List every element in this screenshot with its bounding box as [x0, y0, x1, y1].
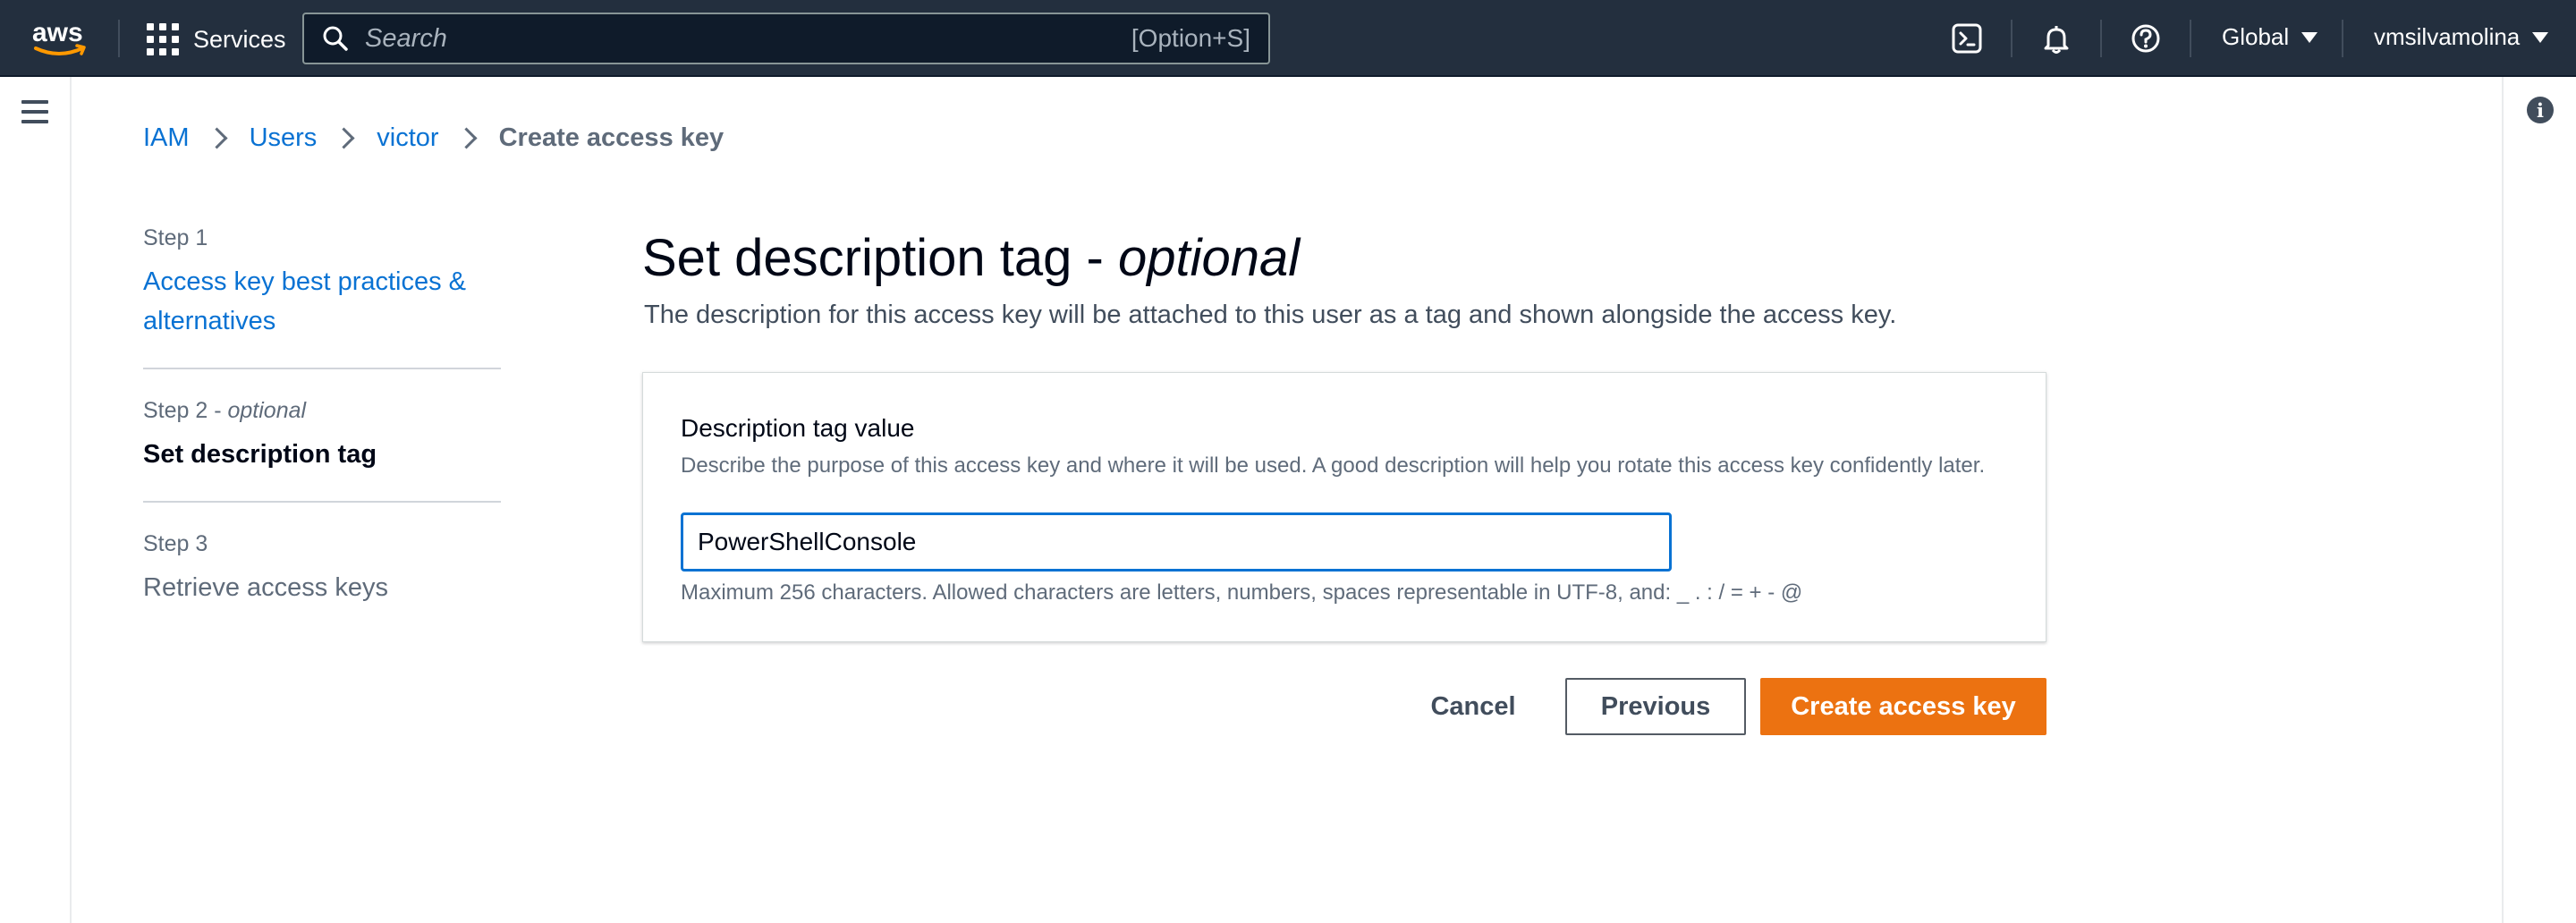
info-icon[interactable]: i — [2527, 97, 2554, 123]
menu-icon[interactable] — [21, 100, 48, 130]
services-label: Services — [193, 25, 286, 53]
wizard-steps: Step 1 Access key best practices & alter… — [143, 225, 501, 607]
search-shortcut-hint: [Option+S] — [1131, 24, 1250, 52]
aws-logo[interactable]: aws — [30, 16, 89, 59]
nav-divider — [2190, 20, 2191, 57]
help-icon[interactable] — [2127, 20, 2165, 57]
step-current-set-description-tag: Set description tag — [143, 440, 377, 469]
bell-icon[interactable] — [2038, 20, 2075, 57]
wizard-step-2: Step 2 - optional Set description tag — [143, 398, 501, 474]
breadcrumb-link-user[interactable]: victor — [377, 123, 438, 153]
step-number: Step 1 — [143, 225, 208, 250]
nav-divider — [2100, 20, 2102, 57]
nav-divider — [2011, 20, 2012, 57]
services-menu-button[interactable]: Services — [147, 21, 286, 57]
chevron-right-icon — [455, 127, 478, 149]
description-tag-constraint-text: Maximum 256 characters. Allowed characte… — [681, 580, 1803, 605]
breadcrumb-link-iam[interactable]: IAM — [143, 123, 190, 153]
services-grid-icon — [147, 23, 179, 55]
wizard-step-1: Step 1 Access key best practices & alter… — [143, 225, 501, 341]
right-tools-rail: i — [2502, 77, 2576, 923]
step-divider — [143, 501, 501, 503]
cancel-button[interactable]: Cancel — [1413, 678, 1533, 735]
chevron-right-icon — [206, 127, 228, 149]
breadcrumb-link-users[interactable]: Users — [250, 123, 318, 153]
aws-logo-text: aws — [32, 18, 83, 47]
page-description: The description for this access key will… — [644, 301, 1897, 329]
region-label: Global — [2222, 23, 2290, 50]
caret-down-icon — [2532, 31, 2549, 43]
step-divider — [143, 368, 501, 369]
description-tag-input[interactable] — [681, 512, 1672, 572]
wizard-step-3: Step 3 Retrieve access keys — [143, 531, 501, 607]
step-link-best-practices[interactable]: Access key best practices & alternatives — [143, 262, 501, 341]
search-icon — [323, 26, 348, 51]
description-tag-help-text: Describe the purpose of this access key … — [681, 453, 1986, 478]
step-number: Step 2 - optional — [143, 398, 307, 423]
top-navigation-bar: aws Services [Option+S] — [0, 0, 2576, 77]
step-number: Step 3 — [143, 531, 208, 556]
breadcrumb: IAM Users victor Create access key — [143, 123, 724, 153]
previous-button[interactable]: Previous — [1565, 678, 1746, 735]
chevron-right-icon — [333, 127, 355, 149]
description-tag-container: Description tag value Describe the purpo… — [642, 372, 2046, 642]
caret-down-icon — [2301, 31, 2318, 43]
page-title-optional: optional — [1117, 229, 1301, 287]
cloudshell-icon[interactable] — [1948, 20, 1986, 57]
account-menu[interactable]: vmsilvamolina — [2374, 23, 2549, 51]
step-retrieve-access-keys: Retrieve access keys — [143, 573, 388, 602]
search-box[interactable]: [Option+S] — [302, 13, 1270, 64]
step-optional-label: optional — [227, 398, 307, 423]
create-access-key-button[interactable]: Create access key — [1760, 678, 2046, 735]
page-title: Set description tag - optional — [642, 229, 1301, 287]
breadcrumb-current: Create access key — [498, 123, 724, 152]
search-input[interactable] — [363, 22, 1131, 55]
region-selector[interactable]: Global — [2222, 23, 2318, 51]
account-label: vmsilvamolina — [2374, 23, 2521, 50]
left-navigation-rail — [0, 77, 72, 923]
nav-divider — [2342, 20, 2343, 57]
nav-divider — [118, 20, 120, 57]
description-tag-label: Description tag value — [681, 414, 915, 442]
